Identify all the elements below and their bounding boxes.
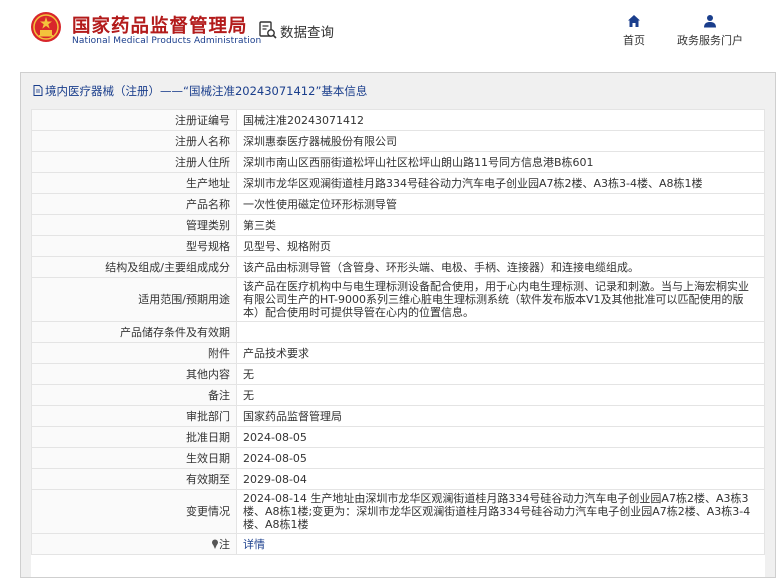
site-header: 国家药品监督管理局 National Medical Products Admi… (0, 0, 776, 64)
row-key: 生产地址 (31, 172, 237, 194)
table-row: 注 详情 (31, 533, 765, 555)
row-value (236, 321, 765, 343)
data-query-icon[interactable] (258, 20, 278, 40)
nav-home[interactable]: 首页 (616, 14, 652, 48)
row-value: 2024-08-05 (236, 426, 765, 448)
row-value: 详情 (236, 533, 765, 555)
row-key: 注册证编号 (31, 109, 237, 131)
row-key: 产品储存条件及有效期 (31, 321, 237, 343)
row-value: 见型号、规格附页 (236, 235, 765, 257)
panel-title-text: 境内医疗器械（注册）——“国械注准20243071412”基本信息 (45, 84, 368, 98)
row-key: 变更情况 (31, 489, 237, 534)
row-value: 第三类 (236, 214, 765, 236)
row-value: 产品技术要求 (236, 342, 765, 364)
table-row: 产品储存条件及有效期 (31, 321, 765, 343)
row-key: 审批部门 (31, 405, 237, 427)
nav-home-label: 首页 (623, 34, 645, 47)
row-value: 一次性使用磁定位环形标测导管 (236, 193, 765, 215)
row-key: 批准日期 (31, 426, 237, 448)
table-row: 批准日期 2024-08-05 (31, 426, 765, 448)
row-key: 附件 (31, 342, 237, 364)
row-key: 适用范围/预期用途 (31, 277, 237, 322)
row-value: 深圳惠泰医疗器械股份有限公司 (236, 130, 765, 152)
table-row: 注册证编号 国械注准20243071412 (31, 109, 765, 131)
row-value: 2029-08-04 (236, 468, 765, 490)
row-key: 其他内容 (31, 363, 237, 385)
org-name-cn: 国家药品监督管理局 (72, 16, 248, 37)
nav-gov-portal-label: 政务服务门户 (677, 34, 743, 47)
row-value: 深圳市龙华区观澜街道桂月路334号硅谷动力汽车电子创业园A7栋2楼、A3栋3-4… (236, 172, 765, 194)
info-table-container: 注册证编号 国械注准20243071412 注册人名称 深圳惠泰医疗器械股份有限公司… (31, 109, 765, 577)
row-key: 注册人住所 (31, 151, 237, 173)
row-value: 无 (236, 384, 765, 406)
row-key: 备注 (31, 384, 237, 406)
row-key: 管理类别 (31, 214, 237, 236)
row-value: 该产品在医疗机构中与电生理标测设备配合使用，用于心内电生理标测、记录和刺激。当与… (236, 277, 765, 322)
row-value: 该产品由标测导管（含管身、环形头端、电极、手柄、连接器）和连接电缆组成。 (236, 256, 765, 278)
row-key: 有效期至 (31, 468, 237, 490)
data-query-link[interactable]: 数据查询 (280, 21, 334, 41)
info-panel: 境内医疗器械（注册）——“国械注准20243071412”基本信息 注册证编号国… (20, 72, 776, 578)
row-key-note-label: 注 (219, 537, 230, 551)
table-row: 变更情况 2024-08-14 生产地址由深圳市龙华区观澜街道桂月路334号硅谷动… (31, 489, 765, 534)
table-row: 生效日期 2024-08-05 (31, 447, 765, 469)
row-key: 注册人名称 (31, 130, 237, 152)
row-value: 国家药品监督管理局 (236, 405, 765, 427)
table-row: 型号规格 见型号、规格附页 (31, 235, 765, 257)
row-value: 2024-08-14 生产地址由深圳市龙华区观澜街道桂月路334号硅谷动力汽车电… (236, 489, 765, 534)
row-key-note: 注 (31, 533, 237, 555)
home-icon (628, 15, 640, 27)
row-value: 深圳市南山区西丽街道松坪山社区松坪山朗山路11号同方信息港B栋601 (236, 151, 765, 173)
row-key: 结构及组成/主要组成成分 (31, 256, 237, 278)
panel-title: 境内医疗器械（注册）——“国械注准20243071412”基本信息 (33, 83, 367, 99)
row-value: 2024-08-05 (236, 447, 765, 469)
pin-icon (212, 539, 218, 549)
row-value: 无 (236, 363, 765, 385)
table-row: 备注无 (31, 384, 765, 406)
row-key: 型号规格 (31, 235, 237, 257)
table-row: 附件 产品技术要求 (31, 342, 765, 364)
table-row: 审批部门 国家药品监督管理局 (31, 405, 765, 427)
table-row: 注册人住所 深圳市南山区西丽街道松坪山社区松坪山朗山路11号同方信息港B栋601 (31, 151, 765, 173)
table-row: 管理类别 第三类 (31, 214, 765, 236)
row-key: 产品名称 (31, 193, 237, 215)
document-icon (33, 85, 43, 96)
table-row: 适用范围/预期用途 该产品在医疗机构中与电生理标测设备配合使用，用于心内电生理标测… (31, 277, 765, 322)
table-row: 注册人名称 深圳惠泰医疗器械股份有限公司 (31, 130, 765, 152)
table-row: 生产地址 深圳市龙华区观澜街道桂月路334号硅谷动力汽车电子创业园A7栋2楼、A3… (31, 172, 765, 194)
table-row: 产品名称 一次性使用磁定位环形标测导管 (31, 193, 765, 215)
row-key: 生效日期 (31, 447, 237, 469)
table-row: 其他内容无 (31, 363, 765, 385)
detail-link[interactable]: 详情 (243, 538, 265, 551)
nav-gov-portal[interactable]: 政务服务门户 (668, 14, 752, 48)
org-name-en: National Medical Products Administration (72, 36, 262, 46)
table-row: 结构及组成/主要组成成分 该产品由标测导管（含管身、环形头端、电极、手柄、连接器）… (31, 256, 765, 278)
row-value: 国械注准20243071412 (236, 109, 765, 131)
info-table: 注册证编号 国械注准20243071412 注册人名称 深圳惠泰医疗器械股份有限公司… (31, 109, 765, 555)
table-row: 有效期至 2029-08-04 (31, 468, 765, 490)
national-emblem-icon (31, 12, 61, 42)
user-icon (704, 15, 716, 28)
